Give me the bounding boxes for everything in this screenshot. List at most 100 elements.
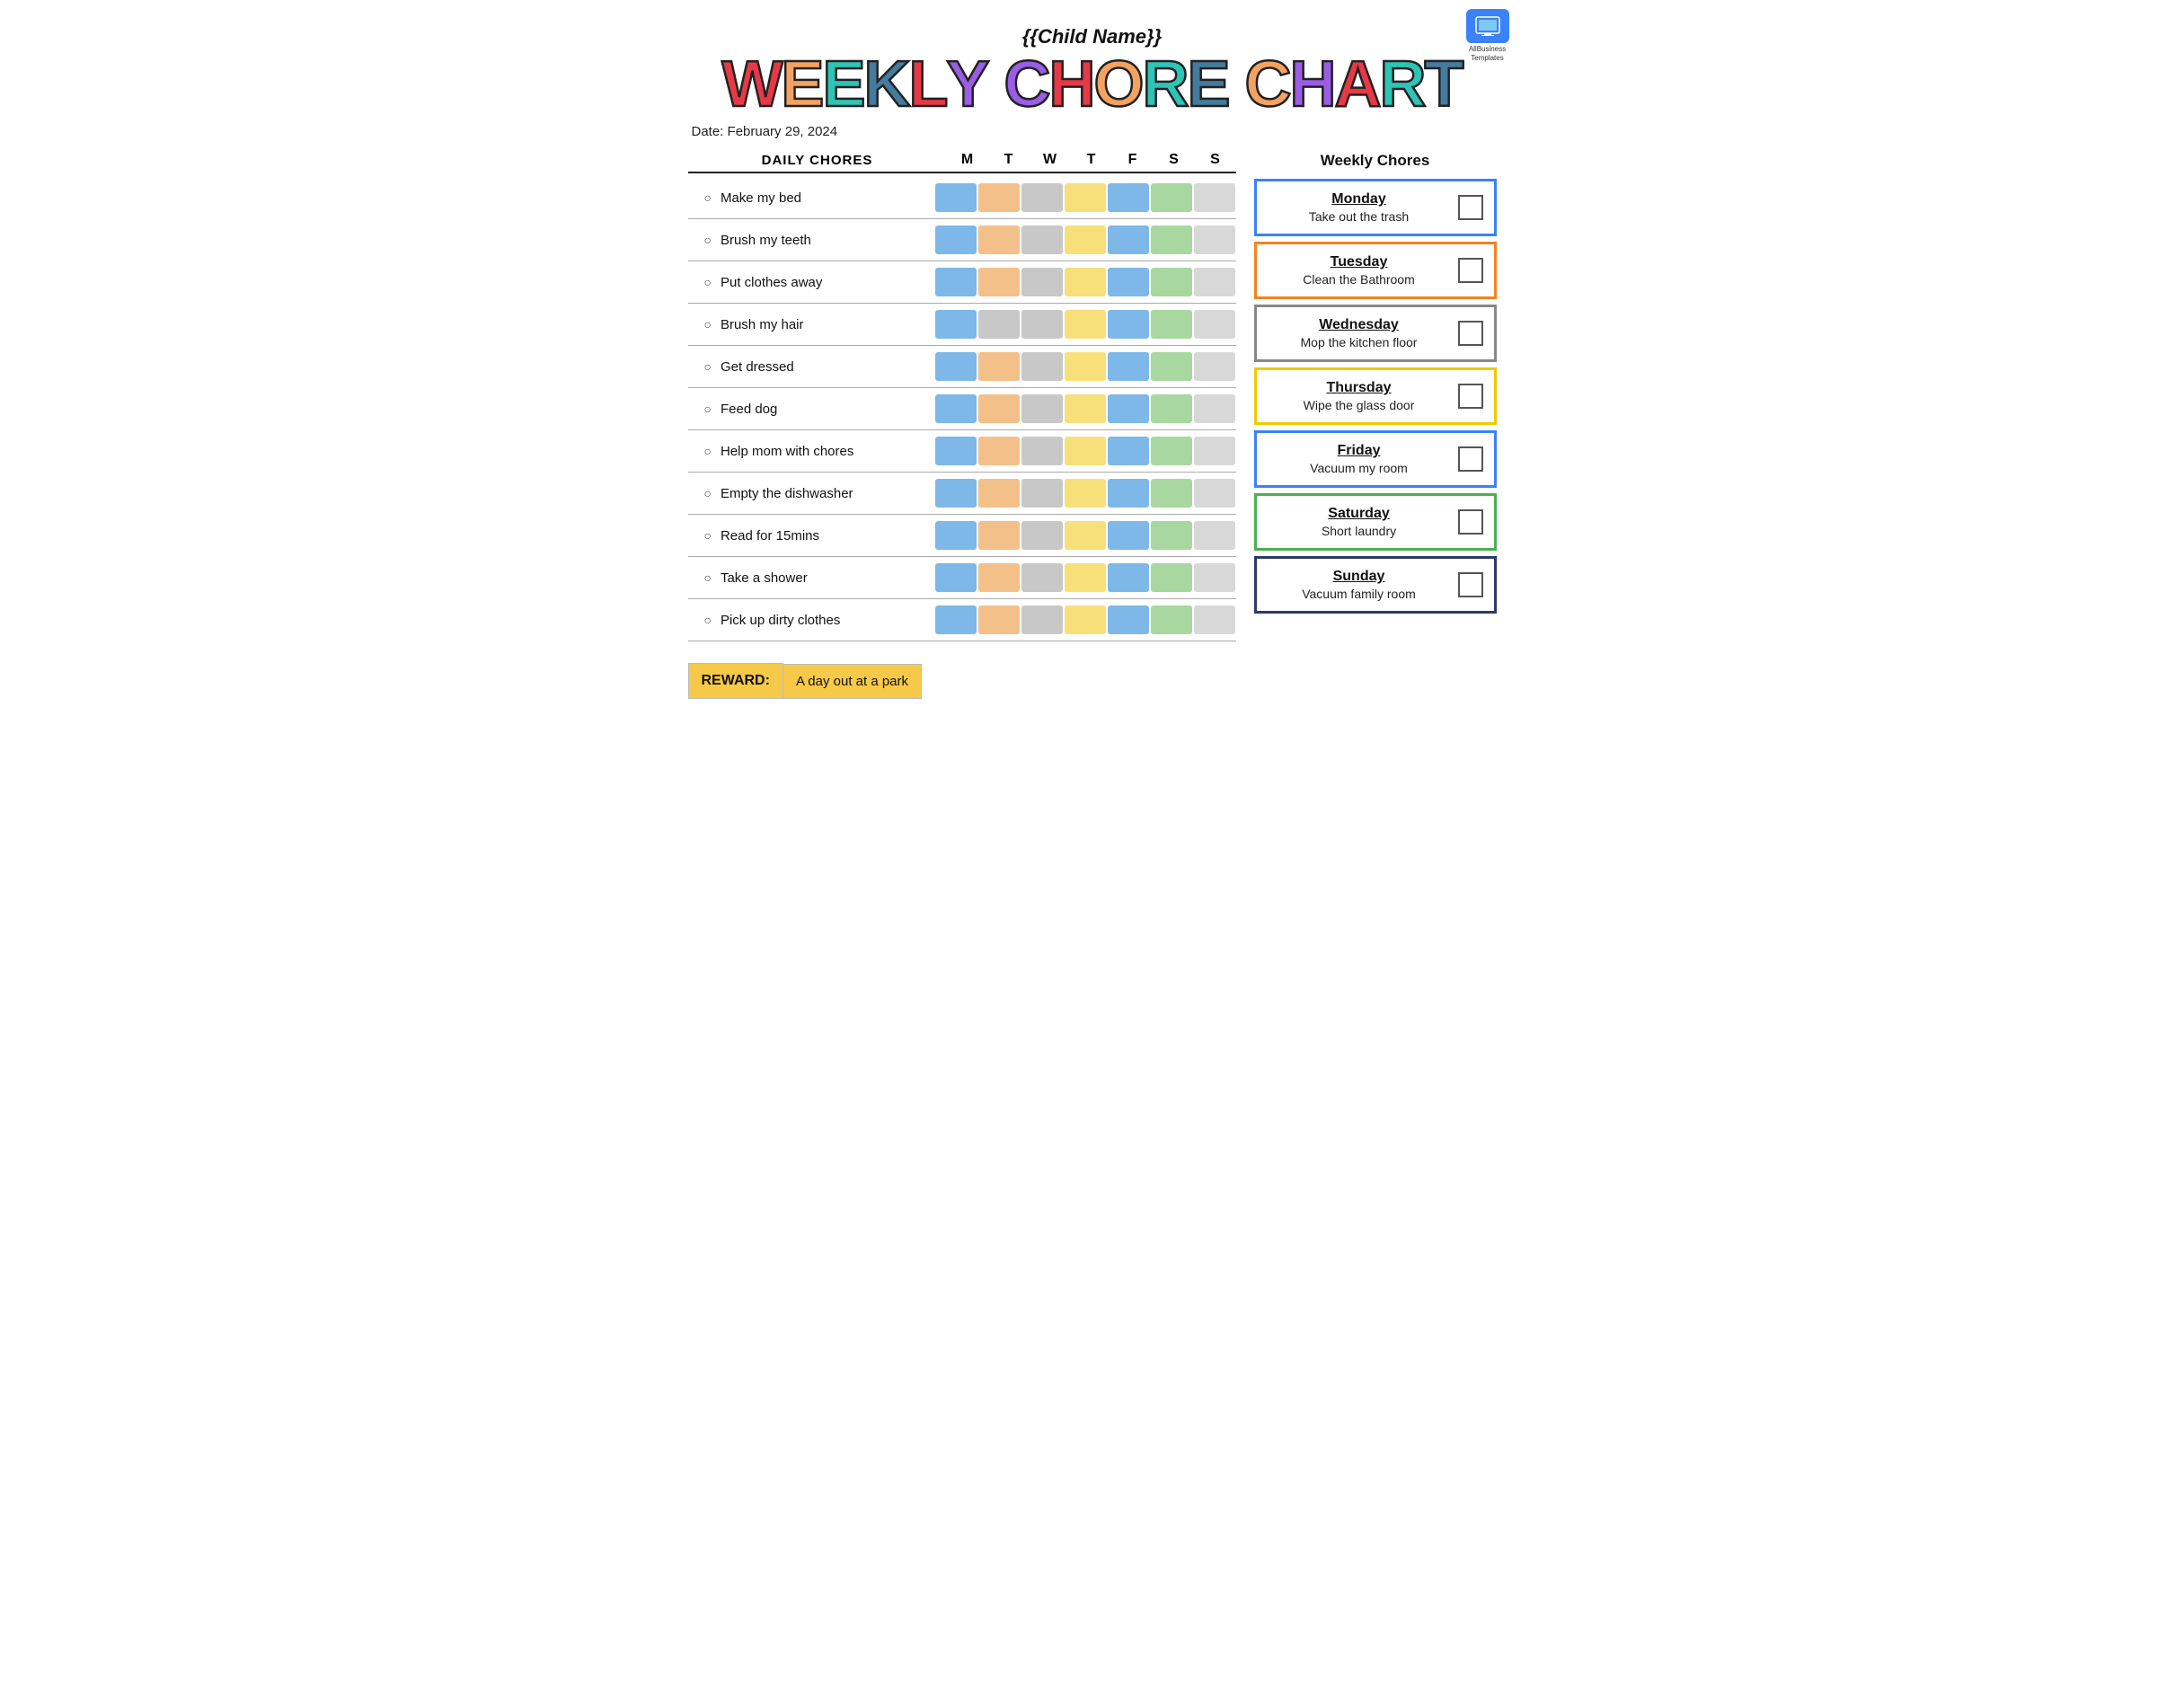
cell-8-T2[interactable] [1065, 479, 1106, 508]
cell-6-S2[interactable] [1194, 394, 1235, 423]
cell-7-M[interactable] [935, 437, 977, 465]
chore-cells-1 [934, 182, 1236, 213]
cell-4-T2[interactable] [1065, 310, 1106, 339]
chore-row-1: ○ Make my bed [688, 177, 1236, 219]
cell-5-M[interactable] [935, 352, 977, 381]
cell-3-F[interactable] [1108, 268, 1149, 296]
cell-5-T[interactable] [978, 352, 1020, 381]
cell-2-T2[interactable] [1065, 225, 1106, 254]
cell-9-S2[interactable] [1194, 521, 1235, 550]
cell-3-M[interactable] [935, 268, 977, 296]
cell-11-F[interactable] [1108, 605, 1149, 634]
cell-7-S[interactable] [1151, 437, 1192, 465]
weekly-thursday-checkbox[interactable] [1458, 384, 1483, 409]
cell-5-S2[interactable] [1194, 352, 1235, 381]
cell-7-T[interactable] [978, 437, 1020, 465]
cell-7-S2[interactable] [1194, 437, 1235, 465]
cell-4-M[interactable] [935, 310, 977, 339]
chore-label-3: ○ Put clothes away [688, 275, 934, 290]
cell-1-M[interactable] [935, 183, 977, 212]
cell-9-T2[interactable] [1065, 521, 1106, 550]
cell-5-T2[interactable] [1065, 352, 1106, 381]
cell-3-W[interactable] [1021, 268, 1063, 296]
cell-1-T2[interactable] [1065, 183, 1106, 212]
chore-text-5: Get dressed [721, 359, 794, 375]
chore-label-7: ○ Help mom with chores [688, 444, 934, 459]
cell-8-S2[interactable] [1194, 479, 1235, 508]
letter-O1: O [1094, 52, 1143, 117]
cell-10-S2[interactable] [1194, 563, 1235, 592]
weekly-chores-header: Weekly Chores [1254, 152, 1497, 170]
cell-11-S2[interactable] [1194, 605, 1235, 634]
chore-row-10: ○ Take a shower [688, 557, 1236, 599]
cell-9-T[interactable] [978, 521, 1020, 550]
cell-9-M[interactable] [935, 521, 977, 550]
cell-10-T[interactable] [978, 563, 1020, 592]
cell-8-S[interactable] [1151, 479, 1192, 508]
cell-1-F[interactable] [1108, 183, 1149, 212]
cell-11-T2[interactable] [1065, 605, 1106, 634]
cell-10-M[interactable] [935, 563, 977, 592]
weekly-sunday-chore: Vacuum family room [1268, 587, 1451, 601]
cell-9-W[interactable] [1021, 521, 1063, 550]
cell-7-F[interactable] [1108, 437, 1149, 465]
weekly-wednesday-checkbox[interactable] [1458, 321, 1483, 346]
cell-2-F[interactable] [1108, 225, 1149, 254]
cell-4-S2[interactable] [1194, 310, 1235, 339]
cell-10-S[interactable] [1151, 563, 1192, 592]
cell-8-T[interactable] [978, 479, 1020, 508]
cell-2-W[interactable] [1021, 225, 1063, 254]
cell-5-S[interactable] [1151, 352, 1192, 381]
cell-6-W[interactable] [1021, 394, 1063, 423]
cell-11-T[interactable] [978, 605, 1020, 634]
cell-1-W[interactable] [1021, 183, 1063, 212]
cell-5-W[interactable] [1021, 352, 1063, 381]
cell-4-T[interactable] [978, 310, 1020, 339]
header-chores-label: DAILY CHORES [688, 153, 947, 172]
weekly-tuesday-checkbox[interactable] [1458, 258, 1483, 283]
cell-3-S2[interactable] [1194, 268, 1235, 296]
cell-6-M[interactable] [935, 394, 977, 423]
cell-4-S[interactable] [1151, 310, 1192, 339]
weekly-sunday-checkbox[interactable] [1458, 572, 1483, 597]
cell-6-T2[interactable] [1065, 394, 1106, 423]
cell-8-W[interactable] [1021, 479, 1063, 508]
cell-3-S[interactable] [1151, 268, 1192, 296]
weekly-item-wednesday: Wednesday Mop the kitchen floor [1254, 305, 1497, 362]
cell-10-F[interactable] [1108, 563, 1149, 592]
cell-1-S2[interactable] [1194, 183, 1235, 212]
weekly-item-tuesday: Tuesday Clean the Bathroom [1254, 242, 1497, 299]
cell-1-T[interactable] [978, 183, 1020, 212]
cell-3-T[interactable] [978, 268, 1020, 296]
cell-2-S2[interactable] [1194, 225, 1235, 254]
cell-11-M[interactable] [935, 605, 977, 634]
cell-6-S[interactable] [1151, 394, 1192, 423]
bullet-10: ○ [704, 570, 712, 585]
cell-6-F[interactable] [1108, 394, 1149, 423]
cell-8-M[interactable] [935, 479, 977, 508]
cell-2-M[interactable] [935, 225, 977, 254]
chore-label-2: ○ Brush my teeth [688, 233, 934, 248]
weekly-saturday-checkbox[interactable] [1458, 509, 1483, 535]
cell-11-S[interactable] [1151, 605, 1192, 634]
date-label: Date: [692, 124, 724, 139]
cell-5-F[interactable] [1108, 352, 1149, 381]
weekly-friday-checkbox[interactable] [1458, 446, 1483, 472]
cell-9-S[interactable] [1151, 521, 1192, 550]
cell-2-S[interactable] [1151, 225, 1192, 254]
cell-3-T2[interactable] [1065, 268, 1106, 296]
cell-7-W[interactable] [1021, 437, 1063, 465]
cell-9-F[interactable] [1108, 521, 1149, 550]
cell-4-W[interactable] [1021, 310, 1063, 339]
cell-11-W[interactable] [1021, 605, 1063, 634]
cell-8-F[interactable] [1108, 479, 1149, 508]
cell-6-T[interactable] [978, 394, 1020, 423]
cell-10-T2[interactable] [1065, 563, 1106, 592]
cell-10-W[interactable] [1021, 563, 1063, 592]
header-days: M T W T F S S [947, 152, 1236, 172]
cell-4-F[interactable] [1108, 310, 1149, 339]
cell-2-T[interactable] [978, 225, 1020, 254]
weekly-monday-checkbox[interactable] [1458, 195, 1483, 220]
cell-7-T2[interactable] [1065, 437, 1106, 465]
cell-1-S[interactable] [1151, 183, 1192, 212]
